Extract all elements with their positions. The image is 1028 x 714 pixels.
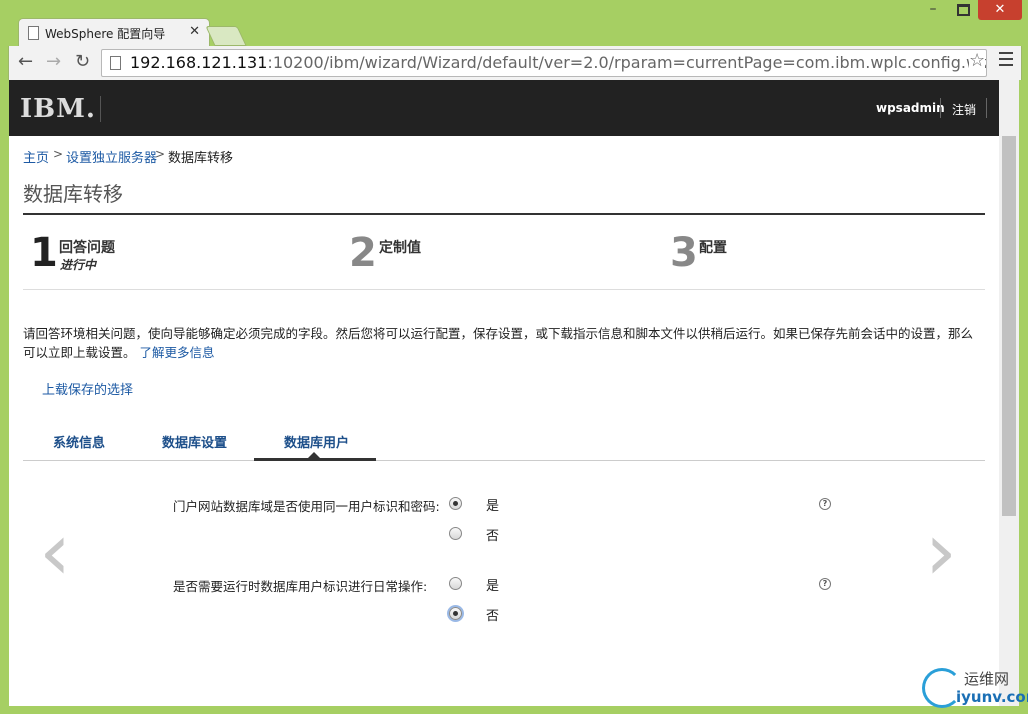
scrollbar[interactable] bbox=[999, 80, 1019, 706]
page-icon bbox=[110, 56, 121, 70]
step-1-number: 1 bbox=[30, 230, 58, 276]
question-2-yes-label: 是 bbox=[486, 579, 500, 594]
learn-more-link[interactable]: 了解更多信息 bbox=[140, 345, 215, 360]
tab-database-settings[interactable]: 数据库设置 bbox=[162, 432, 227, 451]
browser-toolbar: ← → ↻ 192.168.121.131:10200/ibm/wizard/W… bbox=[8, 46, 1022, 80]
maximize-icon bbox=[956, 4, 970, 16]
breadcrumb-current: 数据库转移 bbox=[168, 151, 234, 166]
forward-icon[interactable]: → bbox=[46, 51, 61, 72]
active-tab-indicator bbox=[254, 458, 376, 461]
breadcrumb-home[interactable]: 主页 bbox=[23, 147, 49, 166]
back-icon[interactable]: ← bbox=[18, 51, 33, 72]
minimize-button[interactable]: – bbox=[920, 0, 946, 20]
bookmark-star-icon[interactable]: ☆ bbox=[969, 50, 986, 71]
step-3-label: 配置 bbox=[699, 240, 727, 256]
tab-system-info[interactable]: 系统信息 bbox=[53, 432, 105, 451]
breadcrumb-parent[interactable]: 设置独立服务器 bbox=[66, 147, 157, 166]
maximize-button[interactable] bbox=[950, 0, 976, 20]
step-1-label: 回答问题 bbox=[59, 240, 115, 256]
question-2-help-icon[interactable]: ? bbox=[819, 578, 831, 590]
question-1-yes-label: 是 bbox=[486, 499, 500, 514]
step-3-number: 3 bbox=[670, 230, 698, 276]
page-title: 数据库转移 bbox=[23, 182, 123, 206]
page-content: IBM. wpsadmin 注销 主页 > 设置独立服务器 > 数据库转移 数据… bbox=[9, 80, 1019, 706]
question-1-label: 门户网站数据库域是否使用同一用户标识和密码: bbox=[173, 499, 440, 514]
intro-text: 请回答环境相关问题，使向导能够确定必须完成的字段。然后您将可以运行配置，保存设置… bbox=[23, 326, 974, 360]
address-bar[interactable]: 192.168.121.131:10200/ibm/wizard/Wizard/… bbox=[101, 49, 987, 77]
page-icon bbox=[28, 26, 39, 40]
tab-close-icon[interactable]: ✕ bbox=[189, 24, 200, 39]
question-2-no-label: 否 bbox=[486, 609, 500, 624]
masthead: IBM. wpsadmin 注销 bbox=[9, 80, 999, 136]
close-window-button[interactable]: ✕ bbox=[978, 0, 1022, 20]
logout-link[interactable]: 注销 bbox=[952, 101, 976, 118]
browser-window: WebSphere 配置向导 ✕ – ✕ ← → ↻ 192.168.121.1… bbox=[0, 0, 1028, 714]
step-1-status: 进行中 bbox=[60, 258, 97, 272]
question-2-no-radio[interactable] bbox=[449, 607, 462, 620]
question-1-help-icon[interactable]: ? bbox=[819, 498, 831, 510]
question-2-yes-radio[interactable] bbox=[449, 577, 462, 590]
url-text: 192.168.121.131:10200/ibm/wizard/Wizard/… bbox=[130, 53, 987, 72]
question-1-no-label: 否 bbox=[486, 529, 500, 544]
watermark: 运维网 iyunv.com bbox=[920, 666, 1028, 712]
new-tab-button[interactable] bbox=[205, 26, 247, 46]
next-arrow-icon[interactable]: › bbox=[925, 512, 957, 592]
question-2-label: 是否需要运行时数据库用户标识进行日常操作: bbox=[173, 579, 428, 594]
scrollbar-thumb[interactable] bbox=[1002, 136, 1016, 516]
step-2-label: 定制值 bbox=[379, 240, 421, 256]
ibm-logo: IBM. bbox=[20, 94, 96, 124]
step-2-number: 2 bbox=[349, 230, 377, 276]
question-1-no-radio[interactable] bbox=[449, 527, 462, 540]
upload-saved-link[interactable]: 上载保存的选择 bbox=[42, 379, 133, 398]
prev-arrow-icon[interactable]: ‹ bbox=[39, 512, 71, 592]
question-1-yes-radio[interactable] bbox=[449, 497, 462, 510]
username: wpsadmin bbox=[876, 101, 945, 115]
reload-icon[interactable]: ↻ bbox=[75, 51, 90, 72]
menu-icon[interactable] bbox=[999, 52, 1013, 70]
browser-tab[interactable]: WebSphere 配置向导 ✕ bbox=[18, 18, 210, 47]
tab-title: WebSphere 配置向导 bbox=[45, 27, 166, 41]
tab-database-users[interactable]: 数据库用户 bbox=[284, 432, 349, 451]
